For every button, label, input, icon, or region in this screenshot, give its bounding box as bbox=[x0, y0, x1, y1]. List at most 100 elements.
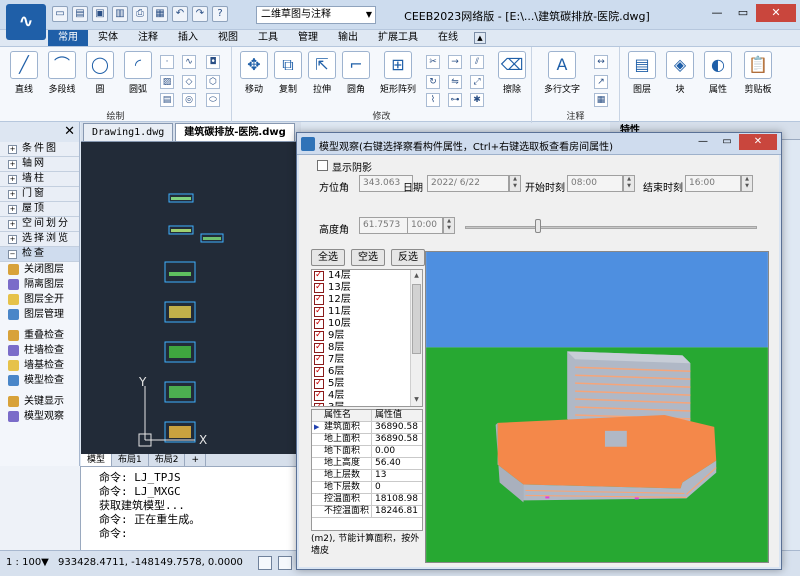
category-item[interactable]: + 屋顶 bbox=[0, 202, 79, 217]
save-icon[interactable]: ▣ bbox=[92, 6, 108, 22]
arc-tool[interactable]: ◜ 圆弧 bbox=[120, 51, 156, 95]
floor-checkbox[interactable] bbox=[314, 401, 324, 406]
rect-array-tool[interactable]: ⊞ 矩形阵列 bbox=[376, 51, 420, 95]
time-slider-thumb[interactable] bbox=[535, 219, 541, 233]
close-icon[interactable]: ✕ bbox=[64, 124, 75, 139]
select-none-button[interactable]: 空选 bbox=[351, 249, 385, 266]
command-item[interactable]: 重叠检查 bbox=[0, 328, 79, 343]
grid-toggle-icon[interactable] bbox=[258, 556, 272, 570]
category-item[interactable]: + 选择浏览 bbox=[0, 232, 79, 247]
ribbon-tab[interactable]: 实体 bbox=[88, 30, 128, 46]
dimension-icon[interactable]: ↔ bbox=[594, 55, 608, 69]
snap-toggle-icon[interactable] bbox=[278, 556, 292, 570]
command-item[interactable]: 墙基检查 bbox=[0, 358, 79, 373]
floor-list-scrollbar[interactable]: ▲ ▼ bbox=[410, 270, 422, 406]
move-tool[interactable]: ✥ 移动 bbox=[236, 51, 272, 95]
command-item[interactable]: 模型检查 bbox=[0, 373, 79, 388]
ribbon-tab[interactable]: 视图 bbox=[208, 30, 248, 46]
ribbon-tab[interactable]: 扩展工具 bbox=[368, 30, 428, 46]
ribbon-tab[interactable]: 输出 bbox=[328, 30, 368, 46]
ribbon-tab[interactable]: 常用 bbox=[48, 30, 88, 46]
dialog-close-button[interactable]: ✕ bbox=[739, 134, 777, 150]
time-spinner[interactable]: ▲ ▼ bbox=[443, 217, 455, 234]
region-icon[interactable]: ◘ bbox=[206, 55, 220, 69]
altitude-field[interactable]: 61.7573 bbox=[359, 217, 413, 234]
command-item[interactable]: 模型观察 bbox=[0, 409, 79, 424]
command-item[interactable]: 隔离图层 bbox=[0, 277, 79, 292]
properties-tool[interactable]: ◐ 属性 bbox=[700, 51, 736, 95]
join-icon[interactable]: ⊶ bbox=[448, 93, 462, 107]
time-slider-track[interactable] bbox=[465, 226, 757, 229]
layout-tab[interactable]: 布局2 bbox=[149, 454, 186, 466]
property-row[interactable]: 地下层数 0 bbox=[312, 482, 422, 494]
redo-icon[interactable]: ↷ bbox=[192, 6, 208, 22]
expand-icon[interactable]: + bbox=[8, 175, 17, 184]
offset-icon[interactable]: ⫽ bbox=[470, 55, 484, 69]
expand-icon[interactable]: + bbox=[8, 145, 17, 154]
hatch-icon[interactable]: ▨ bbox=[160, 75, 174, 89]
property-row[interactable]: 地下面积 0.00 bbox=[312, 446, 422, 458]
scroll-up-icon[interactable]: ▲ bbox=[411, 270, 422, 282]
shadow-checkbox[interactable] bbox=[317, 160, 328, 171]
undo-icon[interactable]: ↶ bbox=[172, 6, 188, 22]
spline-icon[interactable]: ∿ bbox=[182, 55, 196, 69]
category-item[interactable]: + 门窗 bbox=[0, 187, 79, 202]
floor-item[interactable]: 4层 bbox=[312, 389, 422, 402]
scroll-thumb[interactable] bbox=[412, 284, 421, 354]
property-row[interactable]: 不控温面积 18246.81 bbox=[312, 506, 422, 518]
erase-tool[interactable]: ⌫ 擦除 bbox=[494, 51, 530, 95]
floor-item[interactable]: 6层 bbox=[312, 365, 422, 378]
mirror-icon[interactable]: ⇋ bbox=[448, 75, 462, 89]
property-row[interactable]: 地上层数 13 bbox=[312, 470, 422, 482]
point-icon[interactable]: · bbox=[160, 55, 174, 69]
leader-icon[interactable]: ↗ bbox=[594, 75, 608, 89]
scroll-down-icon[interactable]: ▼ bbox=[411, 394, 422, 406]
polyline-tool[interactable]: ⌒ 多段线 bbox=[44, 51, 80, 95]
print-icon[interactable]: ⎙ bbox=[132, 6, 148, 22]
doc-tab-drawing1[interactable]: Drawing1.dwg bbox=[83, 123, 174, 141]
command-item[interactable]: 图层全开 bbox=[0, 292, 79, 307]
close-button[interactable]: ✕ bbox=[756, 4, 796, 22]
expand-icon[interactable]: + bbox=[8, 205, 17, 214]
layout-tab[interactable]: + bbox=[185, 454, 207, 466]
time-field[interactable]: 10:00 bbox=[407, 217, 443, 234]
collapse-icon[interactable]: − bbox=[8, 250, 17, 259]
open-folder-icon[interactable]: ▤ bbox=[72, 6, 88, 22]
floor-item[interactable]: 14层 bbox=[312, 270, 422, 282]
3d-model-view[interactable] bbox=[425, 251, 769, 563]
expand-icon[interactable]: + bbox=[8, 160, 17, 169]
fillet-tool[interactable]: ⌐ 圆角 bbox=[338, 51, 374, 95]
floor-item[interactable]: 11层 bbox=[312, 305, 422, 318]
command-item[interactable]: 关闭图层 bbox=[0, 262, 79, 277]
end-time-spinner[interactable]: ▲ ▼ bbox=[741, 175, 753, 192]
command-item[interactable]: 关键显示 bbox=[0, 394, 79, 409]
minimize-button[interactable]: — bbox=[704, 4, 730, 22]
save-as-icon[interactable]: ▥ bbox=[112, 6, 128, 22]
maximize-button[interactable]: ▭ bbox=[730, 4, 756, 22]
date-spinner[interactable]: ▲ ▼ bbox=[509, 175, 521, 192]
category-item[interactable]: − 检查 bbox=[0, 247, 79, 262]
extend-icon[interactable]: → bbox=[448, 55, 462, 69]
command-item[interactable]: 柱墙检查 bbox=[0, 343, 79, 358]
floor-item[interactable]: 7层 bbox=[312, 353, 422, 366]
ribbon-tab[interactable]: 管理 bbox=[288, 30, 328, 46]
scale-selector[interactable]: 1 : 100▼ bbox=[6, 557, 49, 568]
select-all-button[interactable]: 全选 bbox=[311, 249, 345, 266]
explode-icon[interactable]: ✱ bbox=[470, 93, 484, 107]
block-tool[interactable]: ◈ 块 bbox=[662, 51, 698, 95]
trim-icon[interactable]: ✂ bbox=[426, 55, 440, 69]
floor-item[interactable]: 12层 bbox=[312, 293, 422, 306]
category-item[interactable]: + 条件图 bbox=[0, 142, 79, 157]
dialog-minimize-button[interactable]: — bbox=[691, 134, 715, 150]
floor-checkbox[interactable] bbox=[314, 270, 324, 281]
layout-tab[interactable]: 模型 bbox=[81, 454, 113, 466]
break-icon[interactable]: ⌇ bbox=[426, 93, 440, 107]
workspace-select[interactable]: 二维草图与注释 ▼ bbox=[256, 6, 376, 24]
new-file-icon[interactable]: ▭ bbox=[52, 6, 68, 22]
floor-checkbox[interactable] bbox=[314, 353, 324, 365]
stretch-tool[interactable]: ⇱ 拉伸 bbox=[304, 51, 340, 95]
table-icon[interactable]: ▦ bbox=[594, 93, 608, 107]
app-logo[interactable]: ∿ bbox=[6, 4, 46, 40]
category-item[interactable]: + 墙柱 bbox=[0, 172, 79, 187]
date-field[interactable]: 2022/ 6/22 bbox=[427, 175, 509, 192]
